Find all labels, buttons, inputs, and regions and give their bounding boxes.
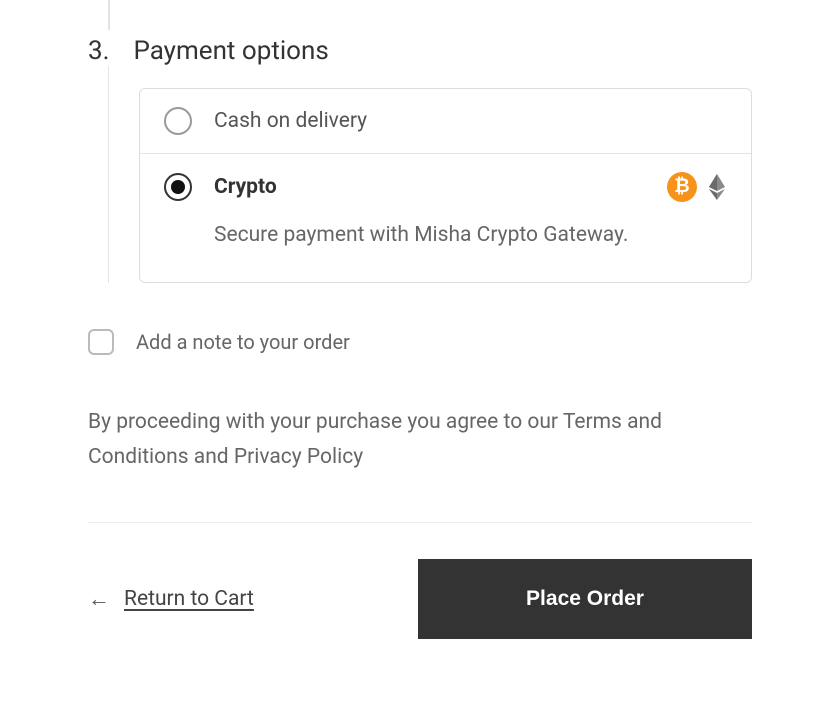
bitcoin-icon: ₿	[667, 172, 697, 202]
order-note-label: Add a note to your order	[136, 330, 350, 354]
arrow-left-icon: ←	[88, 586, 110, 612]
step-body: Cash on delivery Crypto ₿	[108, 66, 752, 283]
payment-option-crypto[interactable]: Crypto ₿	[140, 154, 751, 220]
payment-option-label: Crypto	[214, 175, 277, 199]
payment-option-label: Cash on delivery	[214, 109, 367, 133]
section-rule	[88, 522, 752, 523]
place-order-button[interactable]: Place Order	[418, 559, 752, 639]
return-to-cart-label: Return to Cart	[124, 587, 254, 611]
step-header: 3. Payment options	[88, 0, 752, 66]
crypto-icons: ₿	[667, 172, 727, 202]
radio-selected-icon	[164, 173, 192, 201]
payment-option-cash[interactable]: Cash on delivery	[140, 89, 751, 153]
payment-options-box: Cash on delivery Crypto ₿	[139, 88, 752, 283]
terms-text: By proceeding with your purchase you agr…	[88, 405, 752, 476]
actions-row: ← Return to Cart Place Order	[88, 559, 752, 639]
ethereum-icon	[707, 173, 727, 201]
payment-option-description: Secure payment with Misha Crypto Gateway…	[140, 220, 751, 282]
step-title: Payment options	[133, 36, 328, 66]
checkbox-unchecked-icon	[88, 329, 114, 355]
radio-unselected-icon	[164, 107, 192, 135]
step-number: 3.	[88, 36, 109, 66]
checkout-payment-step: 3. Payment options Cash on delivery Cryp…	[0, 0, 840, 679]
step-divider	[108, 0, 110, 30]
radio-dot	[171, 180, 185, 194]
return-to-cart-link[interactable]: ← Return to Cart	[88, 586, 254, 612]
order-note-toggle[interactable]: Add a note to your order	[88, 329, 752, 355]
